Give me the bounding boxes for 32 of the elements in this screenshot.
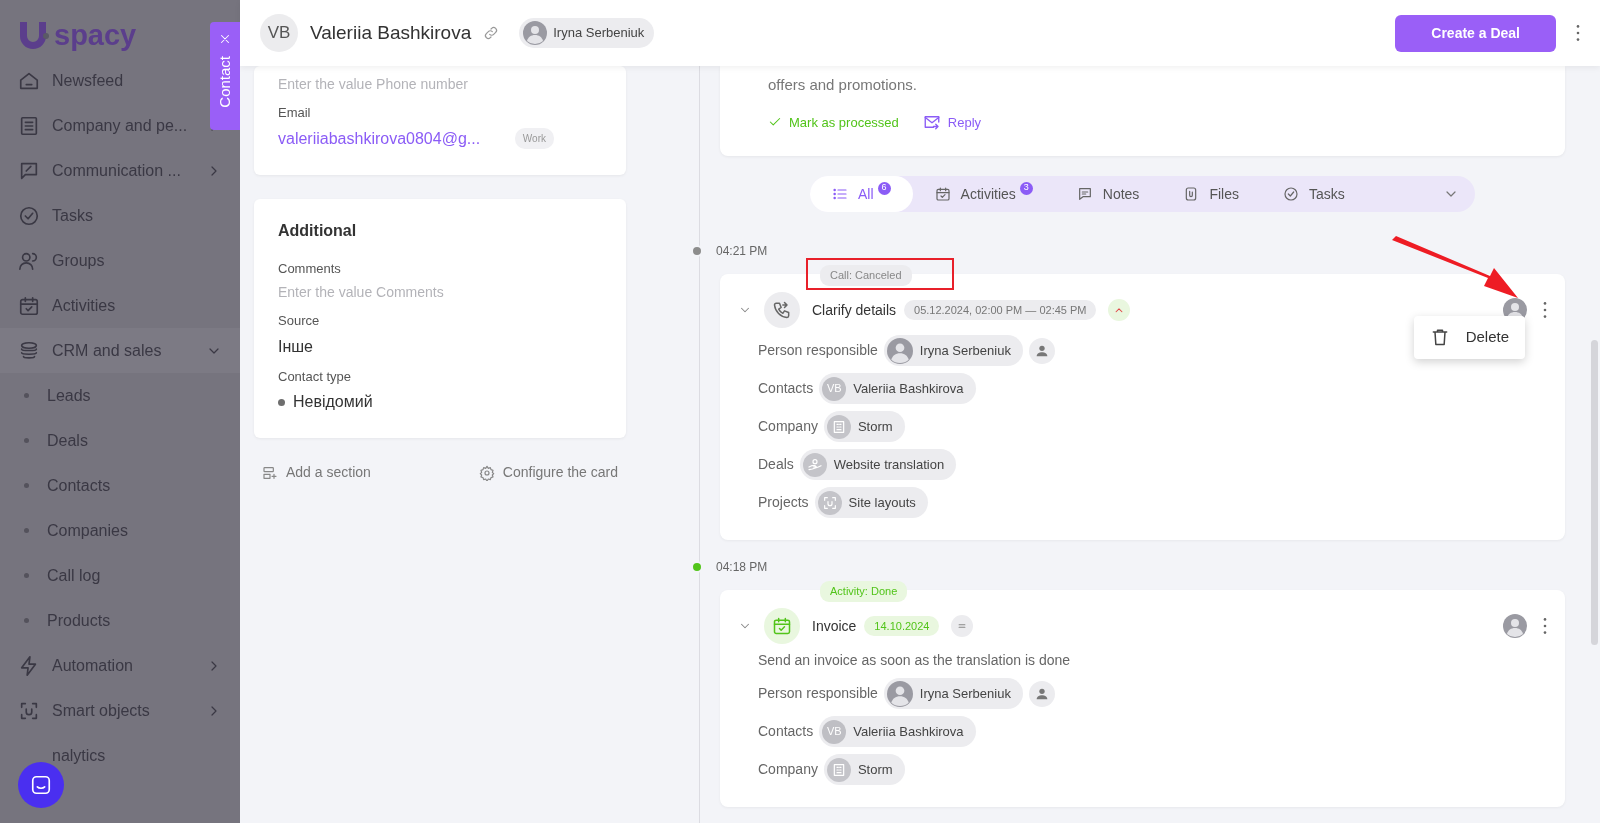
field-value: Невідомий — [293, 392, 373, 412]
field-label: Contacts — [758, 722, 814, 741]
contact-initials: VB — [822, 719, 847, 744]
field-label: Person responsible — [758, 341, 878, 360]
event-time: 04:21 PM — [716, 243, 768, 260]
event-description: Send an invoice as soon as the translation is done — [757, 651, 1072, 670]
section-title: Additional — [278, 220, 358, 241]
field-label: Email — [278, 104, 312, 122]
message-text: offers and promotions. — [768, 75, 918, 95]
event-title: Clarify details — [812, 300, 897, 320]
status-tag: Activity: Done — [820, 581, 908, 602]
count-badge: 3 — [1019, 181, 1033, 195]
field-value: Інше — [278, 336, 313, 357]
date-tag: 14.10.2024 — [864, 615, 940, 637]
event-title: Invoice — [812, 616, 857, 636]
field-label: Deals — [758, 455, 794, 474]
event-time: 04:18 PM — [716, 559, 768, 576]
field-label: Projects — [758, 493, 809, 512]
email-tag: Work — [514, 128, 554, 149]
status-tag: Call: Canceled — [820, 265, 912, 286]
contact-name: Valeriia Bashkirova — [310, 20, 472, 45]
field-label: Company — [758, 417, 818, 436]
field-label: Contact type — [278, 367, 352, 386]
count-badge: 6 — [877, 181, 891, 195]
field-label: Comments — [278, 259, 342, 278]
field-label: Company — [758, 760, 818, 779]
field-label: Person responsible — [758, 684, 878, 703]
date-tag: 05.12.2024, 02:00 PM — 02:45 PM — [904, 299, 1097, 321]
field-label: Source — [278, 312, 321, 330]
contact-initials: VB — [822, 376, 847, 401]
contact-avatar: VB — [260, 14, 298, 52]
field-label: Contacts — [758, 379, 814, 398]
